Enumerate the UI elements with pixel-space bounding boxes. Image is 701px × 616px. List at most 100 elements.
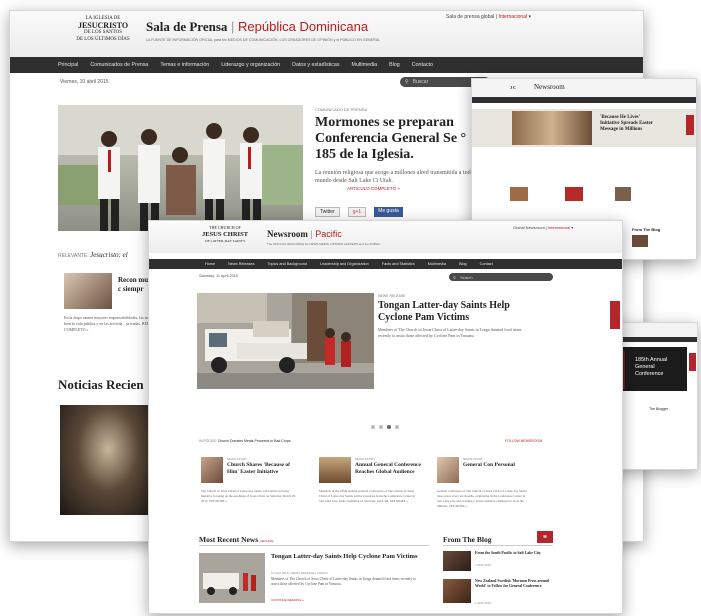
blog-item-title[interactable]: From the South Pacific to Salt Lake City (475, 551, 551, 556)
region-label: República Dominicana (238, 19, 369, 34)
story-thumb[interactable] (615, 187, 631, 201)
spanish-header: LA IGLESIA DE JESUCRISTO DE LOS SANTOS D… (10, 11, 643, 57)
follow-newsroom-link[interactable]: FOLLOW NEWSROOM (505, 439, 542, 443)
spanish-kicker: COMUNICADO DE PRENSA (315, 107, 368, 112)
blog-item-title[interactable]: New Zealand Swedish 'Mormon Press around… (475, 579, 551, 589)
banner-line: Conference (635, 371, 664, 377)
missionaries-photo-art (58, 105, 303, 231)
card-title[interactable]: Church Shares 'Because of Him' Easter In… (227, 462, 297, 475)
recent-headline[interactable]: Tongan Latter-day Saints Help Cyclone Pa… (271, 553, 421, 561)
nav-item[interactable]: Contacto (412, 62, 433, 68)
in-focus-link[interactable]: Church Donates Meats Proceeds to Bad Cro… (218, 439, 291, 443)
site-title-text: Newsroom (267, 229, 308, 239)
carousel-dot[interactable] (379, 425, 383, 429)
nav-item[interactable]: Principal (58, 62, 78, 68)
nav-item[interactable]: Facts and Statistics (382, 262, 415, 266)
carousel-dot[interactable] (387, 425, 391, 429)
logo-line: DE LOS ÚLTIMOS DÍAS (76, 37, 130, 42)
spanish-tagline: LA FUENTE DE INFORMACIÓN OFICIAL para lo… (146, 38, 381, 42)
card-body: General conference of The Church of Jesu… (437, 489, 527, 508)
card-thumb[interactable] (201, 457, 223, 483)
card-thumb[interactable] (437, 457, 459, 483)
logo-line: JESUS CHRIST (201, 231, 249, 238)
recent-truck-thumbnail[interactable] (199, 553, 265, 603)
english-blog-thumb[interactable] (632, 235, 648, 247)
nav-item[interactable]: Comunicados de Prensa (90, 62, 148, 68)
nav-item[interactable]: News Releases (228, 262, 254, 266)
logo-line: THE CHURCH OF (209, 225, 241, 230)
divider (199, 545, 429, 546)
spanish-section-title: Noticias Recien (58, 377, 144, 392)
english-hero-photo[interactable] (512, 111, 592, 145)
title-separator: | (231, 19, 235, 34)
pacific-feedback-tab[interactable] (610, 301, 620, 329)
recent-title-text: Most Recent News (199, 535, 259, 544)
nav-item[interactable]: Liderazgo y organización (221, 62, 280, 68)
pacific-blog-title: From The Blog (443, 535, 492, 544)
search-placeholder: Search (459, 274, 473, 280)
blog-thumb[interactable] (443, 579, 471, 603)
english-feedback-tab[interactable] (686, 115, 694, 135)
card-kicker: NEWS STORY (227, 457, 248, 461)
woman-portrait-thumbnail[interactable] (64, 273, 112, 309)
pacific-headline[interactable]: Tongan Latter-day Saints Help Cyclone Pa… (378, 300, 538, 324)
international-link-text: International (548, 225, 571, 230)
region-label: Pacific (315, 229, 342, 239)
english-header: J C Newsroom (472, 79, 696, 97)
global-link-text: Global Newsroom (513, 225, 545, 230)
missionaries-photo[interactable] (58, 105, 303, 231)
nav-item[interactable]: Multimedia (352, 62, 378, 68)
nav-item[interactable]: Blog (389, 62, 400, 68)
nav-item[interactable]: Topics and Background (268, 262, 307, 266)
spanish-global-link[interactable]: Sala de prensa global | Internacional ▾ (446, 14, 531, 20)
nav-item[interactable]: Temas e información (160, 62, 209, 68)
card-title[interactable]: General Con Personal (463, 462, 523, 469)
recent-continue-link[interactable]: CONTINUE READING » (271, 598, 304, 602)
jesus-painting-thumbnail[interactable] (60, 405, 156, 515)
spanish-date: Viernes, 10 abril 2015 (60, 79, 109, 85)
pacific-global-link[interactable]: Global Newsroom | International ▾ (513, 225, 573, 230)
facebook-like-button[interactable]: Me gusta (374, 207, 403, 217)
card-body: The Church of Jesus Christ of Latter-day… (201, 489, 296, 503)
nav-item[interactable]: Home (205, 262, 215, 266)
title-separator: | (310, 229, 313, 239)
relevant-link[interactable]: Jesucristo: el (90, 251, 128, 259)
english-story-row (510, 179, 631, 209)
logo-line: OF LATTER-DAY SAINTS (205, 239, 245, 243)
relevant-label: RELEVANTE: (58, 253, 89, 259)
story-thumb[interactable] (565, 187, 583, 201)
spanish-church-logo[interactable]: LA IGLESIA DE JESUCRISTO DE LOS SANTOS D… (70, 15, 136, 43)
carousel-dot[interactable] (371, 425, 375, 429)
blog-thumb[interactable] (443, 551, 471, 571)
nav-item[interactable]: Blog (459, 262, 467, 266)
english-logo[interactable]: J C (510, 85, 516, 90)
blog-item-date: 1 APR 2015 (475, 601, 492, 605)
nav-item[interactable]: Contact (480, 262, 493, 266)
card-body: Members of the 185th Annual General Conf… (319, 489, 416, 503)
spanish-headline[interactable]: Mormones se preparan Conferencia General… (315, 115, 480, 163)
spanish-site-title: Sala de Prensa | República Dominicana (146, 19, 368, 35)
card-thumb[interactable] (319, 457, 351, 483)
nav-item[interactable]: Multimedia (428, 262, 446, 266)
small-feedback-tab[interactable] (689, 353, 696, 371)
rss-badge[interactable]: ✉ (537, 531, 553, 543)
carousel-dot[interactable] (395, 425, 399, 429)
carousel-dots (371, 425, 399, 429)
twitter-button[interactable]: Twitter (315, 207, 340, 217)
nav-item[interactable]: Datos y estadísticas (292, 62, 339, 68)
pacific-search-box[interactable]: ⚲ Search (449, 273, 553, 281)
pacific-tagline: The OFFICIAL RESOURCE for NEWS MEDIA, OP… (267, 242, 381, 246)
divider (443, 545, 553, 546)
blog-item: New Zealand Swedish 'Mormon Press around… (443, 579, 553, 607)
pacific-church-logo[interactable]: THE CHURCH OF JESUS CHRIST OF LATTER-DAY… (199, 224, 251, 245)
nav-item[interactable]: Leadership and Organization (320, 262, 369, 266)
truck-donation-photo[interactable] (197, 293, 374, 389)
card-title[interactable]: Annual General Conference Reaches Global… (355, 462, 425, 475)
banner-text: 185th Annual General Conference (635, 357, 667, 378)
english-hero-headline[interactable]: 'Because He Lives' Initiative Spreads Ea… (600, 115, 660, 133)
spanish-read-more-link[interactable]: ARTÍCULO COMPLETO » (347, 186, 400, 191)
story-thumb[interactable] (510, 187, 528, 201)
in-focus-label: IN FOCUS: (199, 439, 217, 443)
google-plus-button[interactable]: g+1 (347, 207, 367, 217)
archive-link[interactable]: ARCHIVE (260, 539, 273, 543)
